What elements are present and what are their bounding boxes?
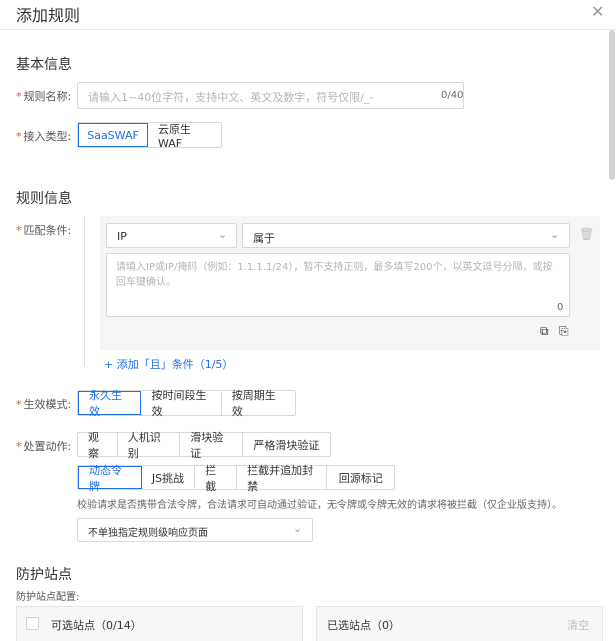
effect-mode-segment: 永久生效 按时间段生效 按周期生效	[77, 389, 296, 418]
dialog-title: 添加规则	[16, 6, 81, 25]
action-captcha[interactable]: 人机识别	[118, 431, 181, 460]
section-title-rule: 规则信息	[16, 191, 72, 207]
chevron-down-icon: ⌄	[550, 228, 560, 241]
condition-divider	[84, 216, 85, 366]
action-segment-row1: 观察 人机识别 滑块验证 严格滑块验证	[77, 431, 331, 460]
action-origin-mark[interactable]: 回源标记	[327, 466, 394, 489]
condition-value-placeholder: 请填入IP或IP/掩码（例如：1.1.1.1/24），暂不支持正则，最多填写20…	[116, 262, 553, 288]
match-condition-label: * 匹配条件:	[16, 224, 72, 237]
action-block[interactable]: 拦截	[195, 464, 238, 493]
add-condition-button[interactable]: + 添加「且」条件（1/5）	[104, 356, 233, 372]
select-all-checkbox[interactable]	[26, 617, 39, 630]
selected-sites-label: 已选站点（0）	[327, 619, 400, 632]
available-sites-label: 可选站点（0/14）	[51, 619, 142, 632]
operator-select[interactable]: 属于 ⌄	[242, 223, 570, 248]
effect-mode-periodic[interactable]: 按周期生效	[222, 389, 295, 418]
action-js-challenge[interactable]: JS挑战	[142, 466, 196, 489]
action-segment-row2: 动态令牌 JS挑战 拦截 拦截并追加封禁 回源标记	[77, 464, 395, 493]
action-label: * 处置动作:	[16, 440, 72, 453]
action-slider[interactable]: 滑块验证	[180, 431, 243, 460]
rule-name-placeholder: 请输入1~40位字符，支持中文、英文及数字，符号仅限/_-	[88, 91, 374, 104]
rule-name-label: * 规则名称:	[16, 90, 72, 103]
access-type-segment: SaaSWAF 云原生WAF	[77, 122, 222, 150]
chevron-down-icon: ⌄	[218, 228, 228, 241]
action-dynamic-token[interactable]: 动态令牌	[78, 464, 142, 493]
chevron-down-icon: ⌄	[293, 522, 303, 535]
access-type-cloudnative[interactable]: 云原生WAF	[148, 123, 221, 150]
action-description: 校验请求是否携带合法令牌，合法请求可自动通过验证，无令牌或令牌无效的请求将被拦截…	[77, 500, 562, 511]
effect-mode-time-range[interactable]: 按时间段生效	[141, 389, 222, 418]
condition-value-textarea[interactable]: 请填入IP或IP/掩码（例如：1.1.1.1/24），暂不支持正则，最多填写20…	[106, 253, 570, 317]
response-page-select[interactable]: 不单独指定规则级响应页面 ⌄	[77, 518, 313, 542]
available-sites-panel: 可选站点（0/14）	[16, 606, 303, 641]
section-title-basic: 基本信息	[16, 57, 72, 73]
site-config-label: 防护站点配置:	[16, 592, 80, 603]
field-select[interactable]: IP ⌄	[106, 223, 237, 248]
condition-value-count: 0	[557, 302, 564, 313]
effect-mode-permanent[interactable]: 永久生效	[78, 389, 142, 418]
action-strict-slider[interactable]: 严格滑块验证	[243, 433, 330, 456]
dialog-header	[0, 0, 616, 30]
action-observe[interactable]: 观察	[78, 431, 118, 460]
access-type-label: * 接入类型:	[16, 130, 72, 143]
access-type-saaswaf[interactable]: SaaSWAF	[78, 123, 148, 147]
condition-panel: IP ⌄ 属于 ⌄ 🗑 请填入IP或IP/掩码（例如：1.1.1.1/24），暂…	[100, 216, 600, 350]
trash-icon[interactable]: 🗑	[579, 227, 594, 241]
field-select-value: IP	[117, 230, 127, 243]
close-icon[interactable]: ✕	[591, 2, 604, 21]
clear-button[interactable]: 清空	[567, 617, 589, 633]
paste-icon[interactable]: ⎘	[559, 324, 569, 339]
copy-icon[interactable]: ⧉	[540, 324, 549, 339]
selected-sites-panel: 已选站点（0） 清空	[316, 606, 603, 641]
response-page-value: 不单独指定规则级响应页面	[88, 528, 208, 539]
operator-select-value: 属于	[253, 232, 275, 245]
section-title-sites: 防护站点	[16, 567, 72, 583]
rule-name-count: 0/40	[441, 90, 464, 101]
rule-name-input[interactable]: 请输入1~40位字符，支持中文、英文及数字，符号仅限/_- 0/40	[77, 82, 464, 109]
effect-mode-label: * 生效模式:	[16, 398, 72, 411]
action-block-and-ban[interactable]: 拦截并追加封禁	[237, 464, 328, 493]
scrollbar[interactable]	[609, 30, 615, 180]
